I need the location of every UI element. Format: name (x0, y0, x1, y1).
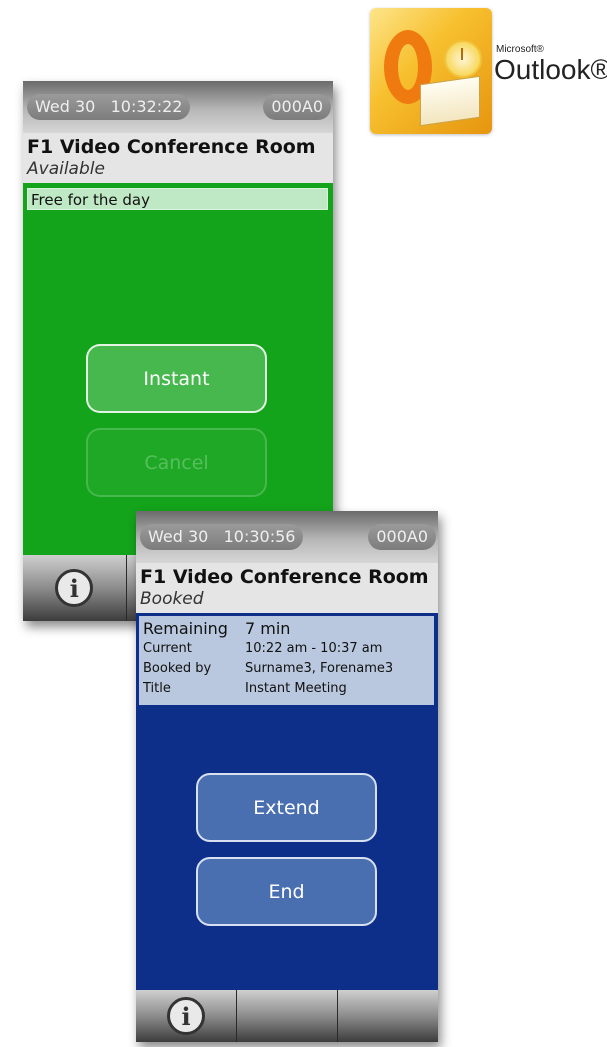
title-label: Title (143, 681, 171, 696)
status-bar: Wed 30 10:30:56 000A0 (136, 511, 438, 563)
status-date: Wed 30 (148, 527, 209, 546)
end-button[interactable]: End (196, 857, 377, 926)
booked-by-value: Surname3, Forename3 (245, 661, 394, 676)
remaining-row: Remaining 7 min (143, 618, 430, 639)
room-name: F1 Video Conference Room (27, 136, 316, 158)
cancel-button[interactable]: Cancel (86, 428, 267, 497)
title-row: Title Instant Meeting (143, 679, 430, 699)
status-code: 000A0 (368, 524, 436, 550)
room-header: F1 Video Conference Room Available (23, 133, 333, 183)
room-panel-booked: Wed 30 10:30:56 000A0 F1 Video Conferenc… (136, 511, 438, 1042)
status-datetime: Wed 30 10:30:56 (140, 524, 304, 550)
instant-button[interactable]: Instant (86, 344, 267, 413)
availability-notice: Free for the day (27, 188, 328, 210)
room-state: Booked (140, 589, 204, 609)
footer-info-button[interactable]: i (23, 555, 127, 621)
status-datetime: Wed 30 10:32:22 (27, 94, 191, 120)
extend-button[interactable]: Extend (196, 773, 377, 842)
status-date: Wed 30 (35, 97, 96, 116)
room-content: Remaining 7 min Current 10:22 am - 10:37… (136, 613, 438, 990)
status-code: 000A0 (263, 94, 331, 120)
room-state: Available (27, 159, 105, 179)
current-value: 10:22 am - 10:37 am (245, 641, 383, 656)
outlook-logo: Microsoft® Outlook® (362, 0, 607, 143)
footer-info-button[interactable]: i (136, 990, 237, 1042)
current-row: Current 10:22 am - 10:37 am (143, 639, 430, 659)
info-icon: i (167, 997, 205, 1035)
current-label: Current (143, 641, 192, 656)
room-content: Free for the day Instant Cancel (23, 183, 333, 555)
status-time: 10:32:22 (110, 97, 183, 116)
booking-details: Remaining 7 min Current 10:22 am - 10:37… (139, 616, 434, 705)
logo-outlook-text: Outlook® (494, 54, 607, 85)
remaining-value: 7 min (245, 619, 291, 638)
footer-button-3[interactable] (338, 990, 438, 1042)
info-icon: i (55, 569, 94, 607)
footer-toolbar: i (136, 990, 438, 1042)
booked-by-row: Booked by Surname3, Forename3 (143, 659, 430, 679)
footer-button-2[interactable] (237, 990, 338, 1042)
status-time: 10:30:56 (223, 527, 296, 546)
booked-by-label: Booked by (143, 661, 212, 676)
room-header: F1 Video Conference Room Booked (136, 563, 438, 613)
status-bar: Wed 30 10:32:22 000A0 (23, 81, 333, 133)
outlook-logo-icon (370, 8, 492, 134)
remaining-label: Remaining (143, 619, 228, 638)
title-value: Instant Meeting (245, 681, 347, 696)
room-name: F1 Video Conference Room (140, 566, 429, 588)
